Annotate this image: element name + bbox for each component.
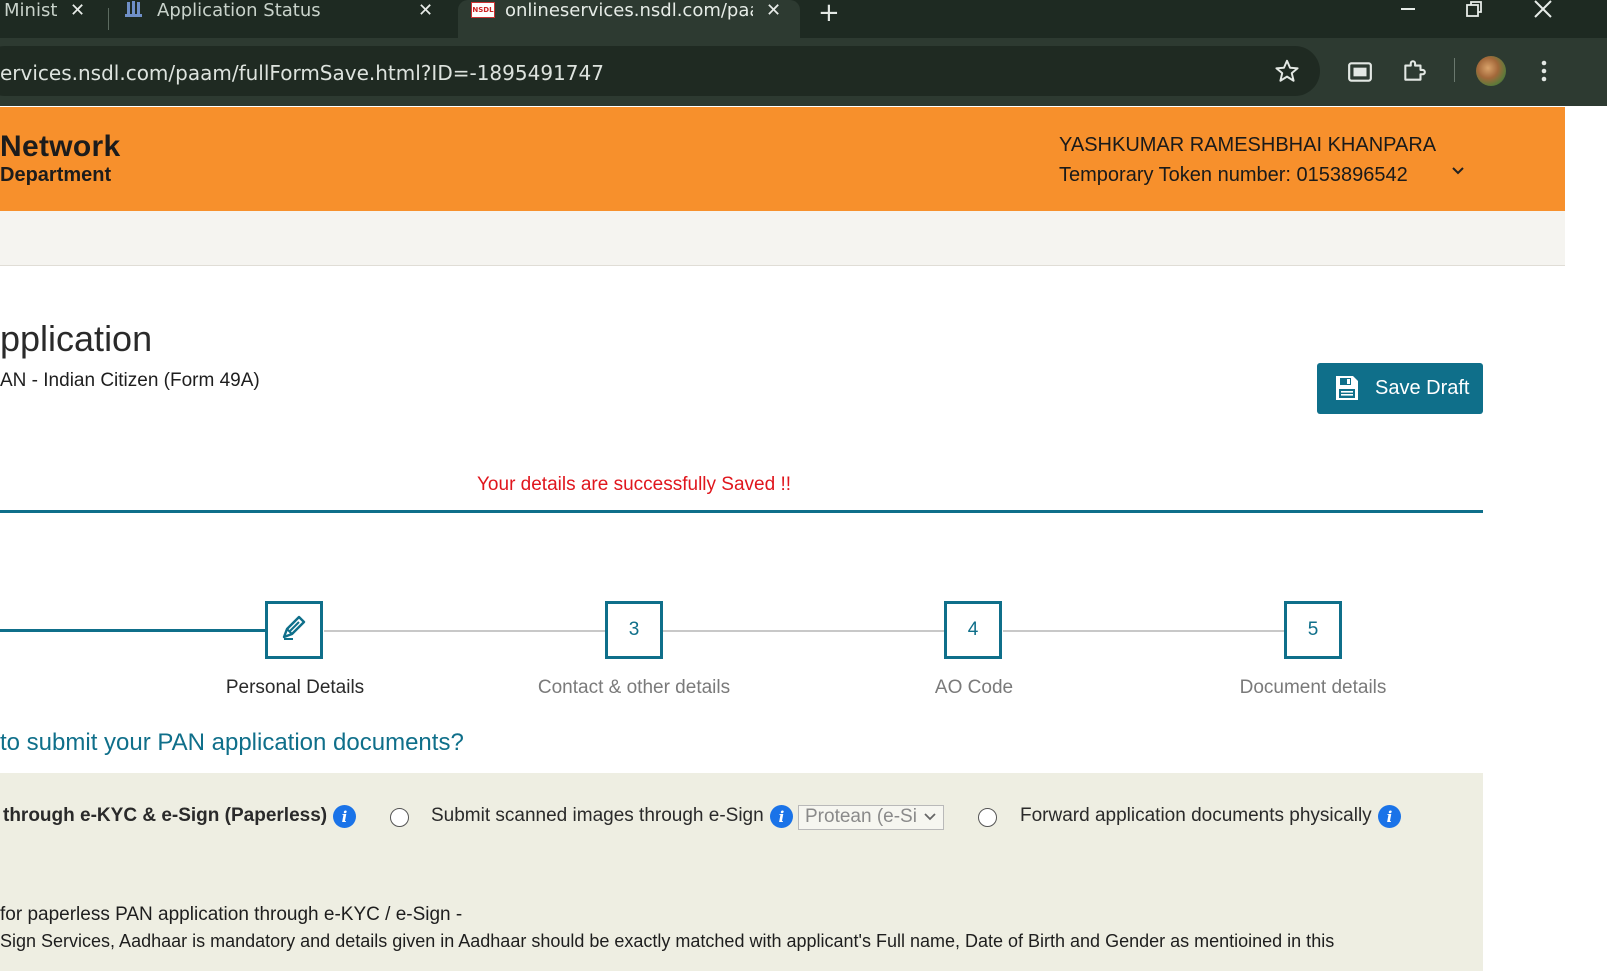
- info-icon[interactable]: i: [770, 805, 793, 828]
- esign-provider-value: Protean (e-Si: [805, 806, 917, 827]
- step-label-personal-details: Personal Details: [225, 677, 365, 698]
- sub-navigation-bar: [0, 211, 1565, 266]
- pencil-icon: [279, 612, 309, 648]
- save-draft-label: Save Draft: [1375, 377, 1470, 399]
- save-draft-button[interactable]: Save Draft: [1317, 363, 1483, 414]
- submission-mode-question: to submit your PAN application documents…: [0, 729, 464, 756]
- page-margin: [1565, 107, 1607, 971]
- browser-tab-ministry[interactable]: Minist ✕: [0, 0, 108, 38]
- close-window-icon[interactable]: [1532, 0, 1554, 32]
- step-label-document-details: Document details: [1239, 677, 1387, 698]
- step-contact-details[interactable]: 3: [605, 601, 663, 659]
- paperless-note-heading: for paperless PAN application through e-…: [0, 904, 463, 925]
- star-icon[interactable]: [1274, 58, 1300, 88]
- logo-text-department: Department: [0, 164, 112, 186]
- step-personal-details[interactable]: [265, 601, 323, 659]
- paperless-note-text: Sign Services, Aadhaar is mandatory and …: [0, 931, 1335, 951]
- user-name: YASHKUMAR RAMESHBHAI KHANPARA: [1059, 134, 1437, 156]
- browser-tab-nsdl-active[interactable]: onlineservices.nsdl.com/paam/f ✕: [458, 0, 800, 38]
- tab-title: Minist: [4, 0, 58, 21]
- page-title: pplication: [0, 318, 153, 359]
- site-header: [0, 107, 1565, 211]
- stepper-progress-line: [0, 629, 266, 632]
- minimize-icon[interactable]: [1398, 0, 1418, 32]
- step-label-ao-code: AO Code: [934, 677, 1014, 698]
- token-number: Temporary Token number: 0153896542: [1059, 164, 1408, 186]
- step-label-contact-details: Contact & other details: [537, 677, 731, 698]
- option-ekyc-esign-label[interactable]: through e-KYC & e-Sign (Paperless): [3, 805, 327, 827]
- toolbar-divider: [1454, 58, 1455, 82]
- chevron-down-icon: [923, 806, 937, 829]
- option-physical-documents-label[interactable]: Forward application documents physically: [1020, 805, 1372, 827]
- section-divider: [0, 510, 1483, 513]
- info-icon[interactable]: i: [333, 805, 356, 828]
- page-subtitle: AN - Indian Citizen (Form 49A): [0, 370, 260, 391]
- close-tab-icon[interactable]: ✕: [418, 0, 433, 21]
- step-ao-code[interactable]: 4: [944, 601, 1002, 659]
- tab-title: Application Status: [157, 0, 321, 21]
- profile-avatar[interactable]: [1476, 56, 1506, 86]
- logo-text-network: Network: [0, 130, 121, 163]
- browser-tab-application-status[interactable]: Application Status ✕: [108, 0, 454, 38]
- floppy-disk-icon: [1335, 375, 1359, 401]
- stepper-connector: [663, 630, 945, 632]
- close-tab-icon[interactable]: ✕: [70, 0, 85, 21]
- esign-provider-select[interactable]: Protean (e-Si: [798, 805, 944, 830]
- step-document-details[interactable]: 5: [1284, 601, 1342, 659]
- success-message: Your details are successfully Saved !!: [477, 474, 792, 495]
- stepper-connector: [1003, 630, 1285, 632]
- option-scanned-images-label[interactable]: Submit scanned images through e-Sign: [431, 805, 764, 827]
- url-text[interactable]: ervices.nsdl.com/paam/fullFormSave.html?…: [0, 61, 604, 85]
- new-tab-button[interactable]: +: [818, 0, 840, 28]
- restore-icon[interactable]: [1463, 0, 1485, 32]
- extensions-icon[interactable]: [1401, 58, 1427, 88]
- radio-scanned-images[interactable]: [390, 808, 409, 827]
- menu-icon[interactable]: [1535, 58, 1553, 88]
- info-icon[interactable]: i: [1378, 805, 1401, 828]
- radio-physical-documents[interactable]: [978, 808, 997, 827]
- tab-title: onlineservices.nsdl.com/paam/f: [505, 0, 753, 21]
- close-tab-icon[interactable]: ✕: [766, 0, 781, 21]
- stepper-connector: [324, 630, 606, 632]
- chevron-down-icon[interactable]: [1450, 163, 1466, 184]
- cast-icon[interactable]: [1347, 59, 1373, 89]
- nsdl-favicon-icon: NSDL: [471, 2, 495, 18]
